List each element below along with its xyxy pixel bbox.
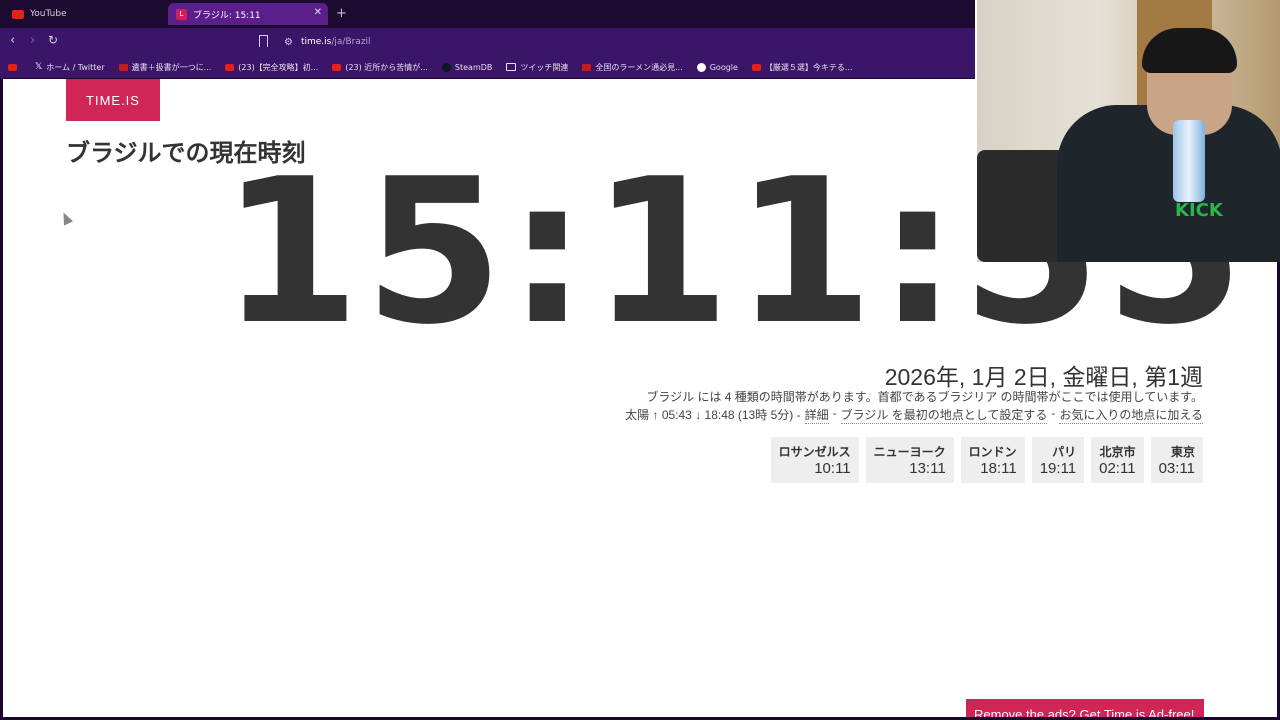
steam-icon [441, 62, 451, 72]
bookmark-item[interactable]: (23) 近所から苦情が... [332, 62, 428, 73]
timeis-favicon-icon: L [176, 8, 187, 20]
tab-youtube[interactable]: YouTube [4, 3, 164, 25]
city-clock[interactable]: ロサンゼルス 10:11 [770, 437, 859, 483]
address-bar[interactable]: ⚙ time.is/ja/Brazil [280, 32, 970, 52]
youtube-icon [332, 63, 342, 71]
webcam-overlay: KICK [975, 0, 1280, 262]
bookmark-item[interactable]: (23)【完全攻略】初... [225, 62, 318, 73]
back-icon[interactable]: ‹ [10, 33, 15, 48]
youtube-icon [225, 63, 235, 71]
remove-ads-banner[interactable]: Remove the ads? Get Time.is Ad-free! [966, 699, 1204, 717]
new-tab-button[interactable]: + [336, 6, 347, 21]
details-link[interactable]: 詳細 [804, 406, 829, 424]
webcam-chair [977, 150, 1067, 262]
city-clock[interactable]: ロンドン 18:11 [960, 437, 1025, 483]
bookmark-item[interactable]: 遺書＋扱書が一つに... [118, 62, 211, 73]
google-icon [696, 62, 706, 72]
red-icon [582, 63, 592, 71]
red-icon [118, 63, 128, 71]
bookmark-item[interactable]: 𝕏 ホーム / Twitter [35, 62, 105, 73]
city-clocks: ロサンゼルス 10:11 ニューヨーク 13:11 ロンドン 18:11 パリ 19:1… [770, 437, 1203, 483]
bookmark-item[interactable] [8, 63, 21, 71]
tab-strip: YouTube L ブラジル: 15:11 ✕ + [0, 0, 975, 28]
folder-icon [506, 63, 517, 71]
set-first-location-link[interactable]: ブラジル を最初の地点として設定する [840, 406, 1048, 424]
city-clock[interactable]: 東京 03:11 [1150, 437, 1203, 483]
bookmark-item[interactable]: 【厳選５選】今キテる... [751, 62, 853, 73]
date-line: 2026年, 1月 2日, 金曜日, 第1週 [884, 364, 1203, 390]
youtube-icon [751, 63, 761, 71]
tab-label: YouTube [30, 9, 67, 19]
bookmark-star-icon[interactable] [259, 35, 268, 47]
title-country: ブラジル [66, 139, 162, 167]
bookmark-item[interactable]: Google [696, 62, 738, 72]
webcam-can [1173, 120, 1205, 202]
youtube-icon [8, 63, 17, 71]
close-tab-icon[interactable]: ✕ [314, 7, 322, 18]
webcam-person-hair [1142, 28, 1237, 73]
sun-info-line: 太陽 ↑ 05:43 ↓ 18:48 (13時 5分) - 詳細 - ブラジル … [625, 406, 1203, 424]
reload-icon[interactable]: ↻ [48, 33, 58, 47]
bookmark-item[interactable]: SteamDB [441, 62, 492, 72]
url-host: time.is [300, 37, 332, 47]
timeis-logo[interactable]: TIME.IS [66, 79, 160, 121]
x-icon: 𝕏 [35, 62, 43, 72]
city-clock[interactable]: ニューヨーク 13:11 [865, 437, 954, 483]
city-clock[interactable]: パリ 19:11 [1031, 437, 1085, 483]
tab-timeis[interactable]: L ブラジル: 15:11 ✕ [168, 3, 328, 25]
mouse-cursor-icon [58, 210, 74, 226]
navigation-bar: ‹ › ↻ ⚙ time.is/ja/Brazil [0, 28, 975, 56]
sunrise-sunset-text: 太陽 ↑ 05:43 ↓ 18:48 (13時 5分) - [625, 408, 801, 422]
bookmark-item[interactable]: ツイッチ関連 [506, 62, 568, 73]
site-info-icon[interactable]: ⚙ [284, 37, 293, 48]
forward-icon[interactable]: › [30, 33, 35, 48]
bookmark-item[interactable]: 全国のラーメン通必見... [582, 62, 683, 73]
tab-label: ブラジル: 15:11 [193, 10, 261, 21]
youtube-icon [12, 9, 24, 19]
city-clock[interactable]: 北京市 02:11 [1091, 437, 1144, 483]
add-favorite-link[interactable]: お気に入りの地点に加える [1059, 406, 1203, 424]
timezone-info: ブラジル には 4 種類の時間帯があります。首都であるブラジリア の時間帯がここ… [646, 390, 1203, 404]
url-path: /ja/Brazil [331, 37, 371, 47]
webcam-shirt-text: KICK [1175, 200, 1223, 221]
bookmarks-bar: 𝕏 ホーム / Twitter 遺書＋扱書が一つに... (23)【完全攻略】初.… [0, 56, 975, 78]
